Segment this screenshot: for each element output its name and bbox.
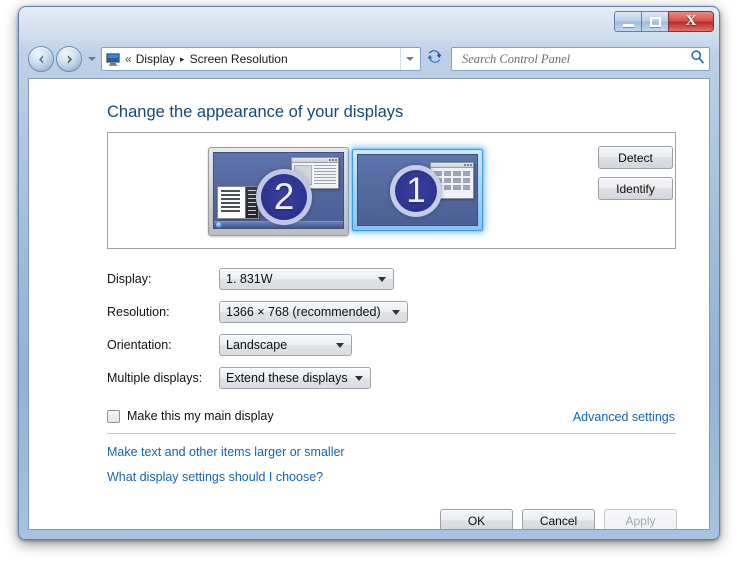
advanced-settings-link[interactable]: Advanced settings bbox=[573, 410, 675, 424]
thumbnail-button-icon bbox=[464, 164, 466, 166]
back-button[interactable] bbox=[28, 46, 54, 72]
monitor-preview-2[interactable]: 2 bbox=[208, 147, 349, 236]
thumbnail-list-pane bbox=[218, 187, 245, 218]
multiple-displays-label: Multiple displays: bbox=[107, 371, 203, 385]
minimize-icon bbox=[622, 23, 634, 27]
search-input[interactable] bbox=[460, 50, 690, 68]
desktop-background: X « Display ▸ Screen Resolution Search C… bbox=[0, 0, 738, 567]
thumbnail-button-icon bbox=[329, 159, 331, 161]
breadcrumb-item-display[interactable]: Display bbox=[136, 52, 175, 66]
orientation-label: Orientation: bbox=[107, 338, 172, 352]
horizontal-separator bbox=[107, 433, 676, 434]
address-bar[interactable]: « Display ▸ Screen Resolution bbox=[101, 47, 421, 71]
display-preview-area[interactable]: 2 1 Detect Identify bbox=[107, 132, 676, 249]
dialog-buttons: OK Cancel Apply bbox=[29, 509, 709, 529]
monitor-preview-1[interactable]: 1 bbox=[352, 149, 483, 231]
page-title: Change the appearance of your displays bbox=[107, 103, 404, 121]
display-select[interactable]: 1. 831W bbox=[219, 268, 394, 290]
chevron-down-icon bbox=[405, 57, 414, 61]
close-button[interactable]: X bbox=[668, 11, 714, 32]
window-caption-buttons: X bbox=[614, 11, 714, 33]
breadcrumb-item-screen-resolution[interactable]: Screen Resolution bbox=[190, 52, 288, 66]
monitor-1-screen: 1 bbox=[357, 154, 478, 226]
forward-button[interactable] bbox=[56, 46, 82, 72]
close-icon: X bbox=[685, 13, 697, 29]
monitor-number-badge-2: 2 bbox=[256, 169, 312, 225]
cancel-button[interactable]: Cancel bbox=[522, 509, 595, 529]
chevron-down-icon bbox=[336, 343, 344, 348]
main-display-checkbox[interactable] bbox=[107, 409, 120, 423]
screen-resolution-window: X « Display ▸ Screen Resolution Search C… bbox=[18, 6, 720, 540]
refresh-button[interactable] bbox=[422, 47, 446, 71]
address-dropdown-button[interactable] bbox=[400, 48, 418, 70]
display-label: Display: bbox=[107, 272, 152, 286]
orientation-select-value: Landscape bbox=[226, 338, 288, 352]
multiple-displays-row: Multiple displays: Extend these displays bbox=[107, 367, 371, 389]
resolution-select-value: 1366 × 768 (recommended) bbox=[226, 305, 381, 319]
detect-button[interactable]: Detect bbox=[598, 146, 673, 169]
search-box[interactable] bbox=[451, 47, 710, 71]
orientation-row: Orientation: Landscape bbox=[107, 334, 352, 356]
preview-action-buttons: Detect Identify bbox=[598, 146, 673, 200]
thumbnail-button-icon bbox=[335, 159, 337, 161]
thumbnail-button-icon bbox=[332, 159, 334, 161]
thumbnail-text-lines bbox=[314, 165, 336, 185]
search-icon[interactable] bbox=[690, 49, 705, 69]
chevron-down-icon bbox=[392, 310, 400, 315]
main-display-label: Make this my main display bbox=[127, 409, 274, 423]
thumbnail-button-icon bbox=[467, 164, 469, 166]
main-display-row[interactable]: Make this my main display bbox=[107, 409, 274, 423]
breadcrumb-overflow[interactable]: « bbox=[125, 52, 132, 66]
multiple-displays-select-value: Extend these displays bbox=[226, 371, 348, 385]
chevron-down-icon bbox=[378, 277, 386, 282]
refresh-icon bbox=[426, 48, 443, 70]
navigation-bar: « Display ▸ Screen Resolution bbox=[28, 44, 710, 74]
start-orb-icon bbox=[216, 221, 222, 228]
identify-button[interactable]: Identify bbox=[598, 177, 673, 200]
maximize-icon bbox=[649, 16, 661, 27]
breadcrumb: « Display ▸ Screen Resolution bbox=[124, 52, 400, 66]
display-monitor-icon bbox=[105, 51, 121, 67]
resolution-select[interactable]: 1366 × 768 (recommended) bbox=[219, 301, 408, 323]
chevron-down-icon bbox=[88, 57, 96, 61]
link-make-text-larger[interactable]: Make text and other items larger or smal… bbox=[107, 445, 345, 459]
chevron-down-icon bbox=[355, 376, 363, 381]
content-area: Change the appearance of your displays 2… bbox=[28, 78, 710, 530]
minimize-button[interactable] bbox=[614, 11, 642, 32]
orientation-select[interactable]: Landscape bbox=[219, 334, 352, 356]
resolution-label: Resolution: bbox=[107, 305, 170, 319]
monitor-2-screen: 2 bbox=[213, 152, 344, 229]
maximize-button[interactable] bbox=[641, 11, 669, 32]
forward-arrow-icon bbox=[63, 53, 76, 66]
breadcrumb-separator-icon[interactable]: ▸ bbox=[180, 54, 185, 65]
thumbnail-button-icon bbox=[470, 164, 472, 166]
history-dropdown-button[interactable] bbox=[85, 49, 99, 69]
display-select-value: 1. 831W bbox=[226, 272, 273, 286]
monitor-number-badge-1: 1 bbox=[390, 165, 442, 217]
display-row: Display: 1. 831W bbox=[107, 268, 394, 290]
multiple-displays-select[interactable]: Extend these displays bbox=[219, 367, 371, 389]
ok-button[interactable]: OK bbox=[440, 509, 513, 529]
link-what-display-settings[interactable]: What display settings should I choose? bbox=[107, 470, 323, 484]
apply-button: Apply bbox=[604, 509, 677, 529]
resolution-row: Resolution: 1366 × 768 (recommended) bbox=[107, 301, 408, 323]
back-arrow-icon bbox=[35, 53, 48, 66]
window-thumbnail-list bbox=[217, 186, 259, 219]
